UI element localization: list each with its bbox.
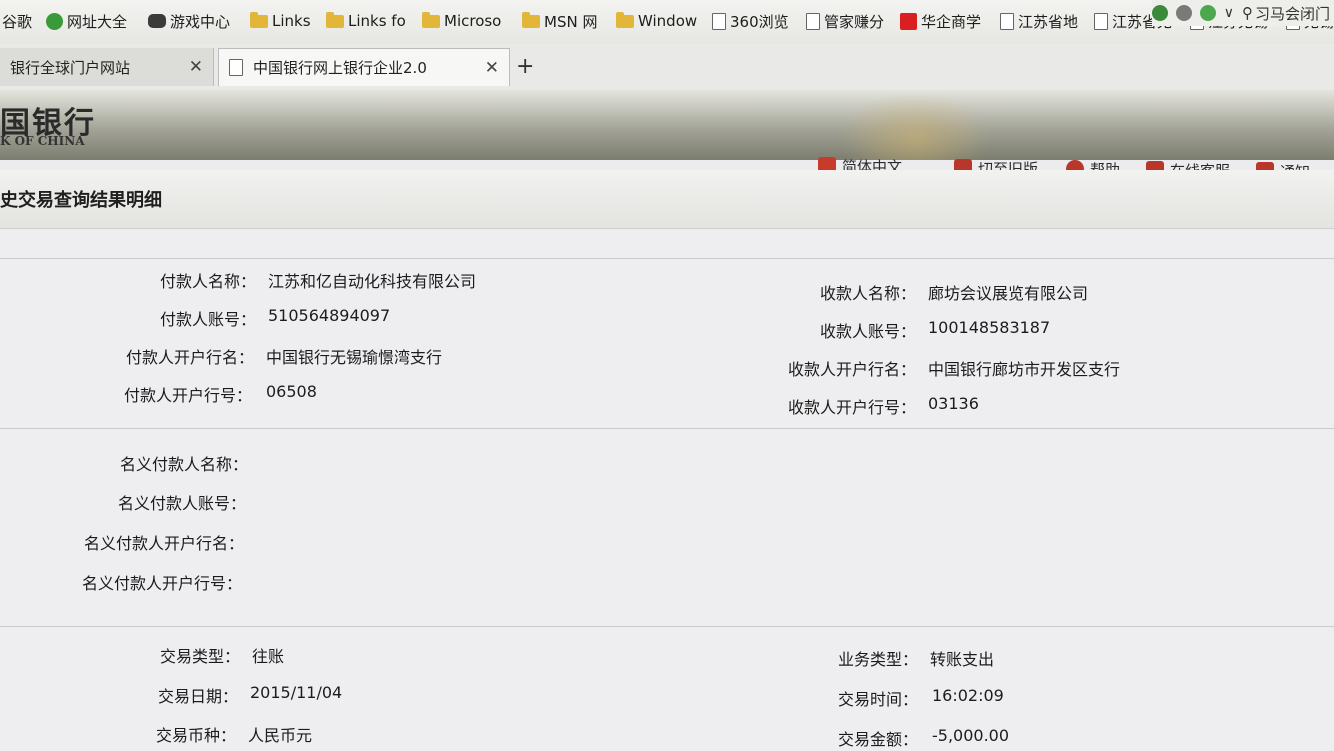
bookmark-label: Microso: [444, 12, 502, 30]
field-value: 100148583187: [928, 318, 1051, 337]
field-value: 16:02:09: [932, 686, 1004, 705]
page-icon: [1000, 12, 1014, 30]
folder-icon: [250, 11, 268, 28]
field-label: 收款人账号：: [819, 322, 916, 341]
bookmark-label: Window: [638, 12, 698, 30]
field-value: 中国银行廊坊市开发区支行: [928, 360, 1121, 379]
field-label: 名义付款人开户行号：: [81, 574, 242, 593]
tab-label: 银行全球门户网站: [10, 58, 131, 77]
bookmark-label: 谷歌: [2, 12, 33, 31]
bookmark-item[interactable]: 游戏中心: [148, 10, 230, 32]
folder-icon: [522, 11, 540, 28]
folder-icon: [326, 11, 344, 28]
bookmark-label: 360浏览: [730, 12, 789, 31]
page-icon: [712, 12, 726, 30]
bookmark-item[interactable]: MSN 网: [522, 10, 597, 32]
field-label: 付款人开户行名：: [125, 348, 254, 367]
tab-bank-portal[interactable]: 银行全球门户网站 ✕: [0, 48, 214, 86]
field-label: 交易币种：: [155, 726, 236, 745]
header-decoration: [840, 90, 990, 160]
field-label: 付款人账号：: [159, 310, 256, 329]
divider: [0, 258, 1334, 259]
page-title: 史交易查询结果明细: [0, 190, 162, 211]
field-value: 中国银行无锡瑜憬湾支行: [266, 348, 443, 367]
field-label: 交易时间：: [837, 690, 918, 709]
close-icon[interactable]: ✕: [485, 58, 499, 78]
search-text: 习马会闭门: [1254, 4, 1330, 23]
bookmark-item[interactable]: 管家赚分: [806, 10, 884, 32]
field-value: 06508: [266, 382, 317, 401]
bookmark-item[interactable]: Microso: [422, 10, 501, 32]
new-tab-button[interactable]: +: [516, 54, 534, 79]
field-value: 江苏和亿自动化科技有限公司: [268, 272, 477, 291]
bookmark-item[interactable]: 360浏览: [712, 10, 789, 32]
field-label: 交易金额：: [837, 730, 918, 749]
field-label: 业务类型：: [837, 650, 918, 669]
detail-panel: 付款人名称： 江苏和亿自动化科技有限公司 付款人账号： 510564894097…: [0, 230, 1334, 751]
bookmark-item[interactable]: Window: [616, 10, 697, 32]
field-value: 2015/11/04: [250, 683, 343, 702]
shield-icon[interactable]: [1151, 5, 1168, 21]
field-value: -5,000.00: [932, 726, 1010, 745]
field-label: 交易日期：: [157, 687, 238, 706]
browser-toolbar-right: ∨ ⚲ 习马会闭门: [1151, 0, 1334, 26]
bookmark-item[interactable]: 谷歌: [2, 10, 32, 32]
field-label: 付款人名称：: [159, 272, 256, 291]
red-logo-icon: [900, 12, 917, 30]
chevron-down-icon[interactable]: ∨: [1224, 5, 1234, 21]
bookmark-item[interactable]: 江苏省地: [1000, 10, 1078, 32]
bookmark-item[interactable]: 华企商学: [900, 10, 981, 32]
folder-icon: [422, 11, 440, 28]
folder-icon: [616, 11, 634, 28]
green-circle-icon: [46, 12, 63, 30]
bookmark-item[interactable]: Links fo: [326, 10, 406, 32]
search-icon: ⚲: [1241, 4, 1253, 22]
field-label: 收款人名称：: [819, 284, 916, 303]
page-icon: [229, 59, 243, 76]
field-label: 名义付款人账号：: [117, 494, 246, 513]
divider: [0, 626, 1334, 627]
bookmark-label: Links fo: [348, 12, 406, 30]
field-label: 付款人开户行号：: [123, 386, 252, 405]
tab-online-banking[interactable]: 中国银行网上银行企业2.0 ✕: [218, 48, 510, 86]
bookmark-label: MSN 网: [544, 12, 598, 31]
field-value: 转账支出: [930, 650, 995, 669]
field-value: 人民币元: [248, 726, 313, 745]
field-label: 交易类型：: [159, 647, 240, 666]
bookmark-item[interactable]: Links: [250, 10, 311, 32]
page-icon: [806, 12, 820, 30]
field-value: 廊坊会议展览有限公司: [928, 284, 1089, 303]
field-label: 收款人开户行名：: [787, 360, 916, 379]
bookmark-label: 管家赚分: [824, 12, 885, 31]
leaf-icon[interactable]: [1199, 5, 1216, 21]
field-value: 往账: [252, 647, 285, 666]
bookmark-label: 江苏省地: [1018, 12, 1079, 31]
bookmark-label: 华企商学: [921, 12, 982, 31]
bank-header: 国银行 K OF CHINA: [0, 90, 1334, 160]
bank-logo-english: K OF CHINA: [0, 134, 85, 148]
field-label: 收款人开户行号：: [787, 398, 916, 417]
search-box[interactable]: ⚲ 习马会闭门: [1242, 3, 1330, 24]
close-icon[interactable]: ✕: [189, 57, 203, 77]
page-icon: [1094, 12, 1108, 30]
bookmarks-bar: 谷歌 网址大全 游戏中心 Links Links fo Microso MSN …: [0, 0, 1334, 45]
bookmark-label: Links: [272, 12, 311, 30]
tab-label: 中国银行网上银行企业2.0: [253, 59, 427, 77]
field-label: 名义付款人名称：: [119, 455, 248, 474]
gamepad-icon: [148, 14, 166, 28]
tab-strip: 银行全球门户网站 ✕ 中国银行网上银行企业2.0 ✕: [0, 44, 1334, 91]
field-value: 510564894097: [268, 306, 391, 325]
field-label: 名义付款人开户行名：: [83, 534, 244, 553]
title-bar: 史交易查询结果明细: [0, 170, 1334, 229]
bookmark-item[interactable]: 网址大全: [46, 10, 127, 32]
divider: [0, 428, 1334, 429]
recycle-icon[interactable]: [1175, 5, 1192, 21]
field-value: 03136: [928, 394, 979, 413]
bookmark-label: 网址大全: [67, 12, 128, 31]
bookmark-label: 游戏中心: [170, 12, 231, 31]
